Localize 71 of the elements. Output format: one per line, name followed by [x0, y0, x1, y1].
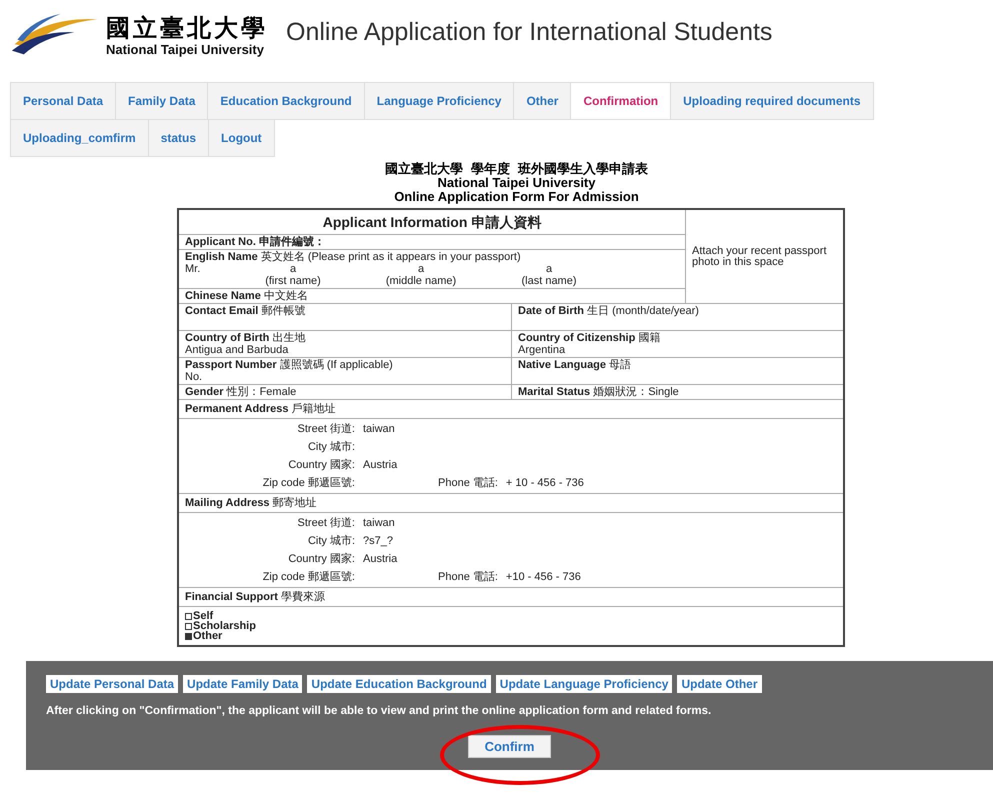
confirm-button[interactable]: Confirm: [468, 735, 552, 758]
site-title: Online Application for International Students: [286, 18, 772, 46]
update-link[interactable]: Update Other: [677, 675, 762, 693]
field-label: English Name 英文姓名 (Please print as it appears in your passport): [185, 251, 522, 263]
field-value: a: [418, 263, 424, 275]
update-link[interactable]: Update Family Data: [183, 675, 302, 693]
nav-tab[interactable]: Family Data: [115, 82, 208, 120]
field-label: Financial Support 學費來源: [185, 591, 326, 603]
field-value: ?s7_?: [363, 535, 393, 547]
field-label: Country 國家:: [287, 553, 356, 565]
nav-tab[interactable]: Education Background: [207, 82, 365, 120]
form-title-chinese: 班外國學生入學申請表: [518, 162, 648, 176]
nav-tab[interactable]: Language Proficiency: [364, 82, 514, 120]
field-label: Permanent Address 戶籍地址: [185, 403, 337, 415]
form-title-english: National Taipei University: [436, 176, 596, 190]
field-label: Country of Birth 出生地: [185, 332, 306, 344]
field-value: No.: [185, 371, 204, 383]
field-label: Street 街道:: [296, 517, 356, 529]
field-value: taiwan: [363, 423, 395, 435]
name-caption: (last name): [521, 275, 577, 287]
name-caption: (middle name): [386, 275, 456, 287]
logo-english-name: National Taipei University: [106, 42, 265, 56]
field-label: Zip code 郵遞區號:: [262, 571, 356, 583]
field-label: Phone 電話:: [438, 477, 499, 489]
field-label: Applicant No. 申請件編號：: [185, 236, 325, 248]
nav-tab[interactable]: Logout: [208, 119, 275, 157]
field-value: Austria: [363, 459, 398, 471]
form-title-english: Online Application Form For Admission: [393, 190, 640, 204]
field-value: Argentina: [518, 344, 566, 356]
logo-chinese-name: 國立臺北大學: [106, 14, 268, 42]
option-label: Other: [193, 631, 222, 641]
nav-tab[interactable]: status: [148, 119, 210, 157]
field-label: Passport Number 護照號碼 (If applicable): [185, 359, 394, 371]
field-label: Native Language 母語: [518, 359, 632, 371]
nav-tab[interactable]: Confirmation: [570, 82, 672, 120]
update-link[interactable]: Update Education Background: [307, 675, 491, 693]
confirmation-note: After clicking on "Confirmation", the applicant will be able to view and print the online application form and related forms.: [46, 705, 712, 717]
field-value: +10 - 456 - 736: [506, 571, 581, 583]
field-label: Street 街道:: [296, 423, 356, 435]
section-heading: Applicant Information 申請人資料: [322, 214, 542, 230]
field-label: Chinese Name 中文姓名: [185, 290, 309, 302]
field-label: Gender 性別：Female: [185, 386, 298, 398]
field-value: a: [290, 263, 296, 275]
field-label: City 城市:: [306, 441, 356, 453]
field-label: Country 國家:: [287, 459, 356, 471]
field-label: Phone 電話:: [438, 571, 499, 583]
option-label: Self: [193, 611, 214, 621]
field-value: Antigua and Barbuda: [185, 344, 290, 356]
update-link[interactable]: Update Language Proficiency: [496, 675, 672, 693]
nav-tab[interactable]: Personal Data: [10, 82, 116, 120]
form-title-chinese: 學年度: [471, 162, 510, 176]
field-label: City 城市:: [306, 535, 356, 547]
photo-note: Attach your recent passport photo in this space: [692, 245, 827, 268]
form-title-chinese: 國立臺北大學: [385, 162, 463, 176]
field-label: Date of Birth 生日 (month/date/year): [518, 305, 700, 317]
field-label: Country of Citizenship 國籍: [518, 332, 662, 344]
nav-tab[interactable]: Uploading required documents: [670, 82, 874, 120]
nav-tab[interactable]: Uploading_comfirm: [10, 119, 149, 157]
field-value: a: [546, 263, 552, 275]
field-value: Austria: [363, 553, 398, 565]
field-label: Contact Email 郵件帳號: [185, 305, 306, 317]
nav-tab[interactable]: Other: [513, 82, 572, 120]
field-value: + 10 - 456 - 736: [506, 477, 584, 489]
field-label: Zip code 郵遞區號:: [262, 477, 356, 489]
field-label: Marital Status 婚姻狀況：Single: [518, 386, 680, 398]
update-link[interactable]: Update Personal Data: [46, 675, 178, 693]
option-label: Scholarship: [193, 621, 256, 631]
field-value: taiwan: [363, 517, 395, 529]
field-label: Mailing Address 郵寄地址: [185, 497, 318, 509]
field-value: Mr.: [185, 263, 202, 275]
name-caption: (first name): [265, 275, 321, 287]
